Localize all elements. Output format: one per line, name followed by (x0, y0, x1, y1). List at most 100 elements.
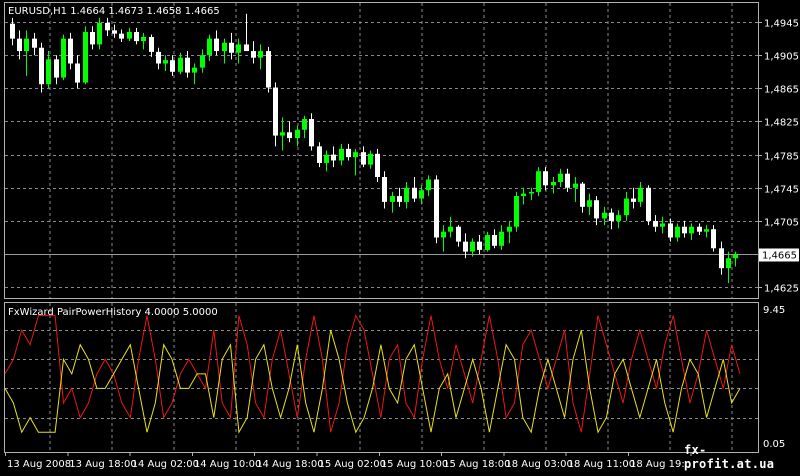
candle (119, 29, 124, 42)
price-tick-label: 1,4905 (764, 52, 799, 63)
candle-body (602, 212, 607, 219)
candle (594, 196, 599, 226)
candle-body (668, 223, 673, 238)
time-tick-label: 14 Aug 02:00 (132, 459, 199, 470)
candle-body (207, 38, 212, 56)
price-tick-label: 1,4825 (764, 118, 799, 129)
candle (470, 238, 475, 257)
time-tick-label: 15 Aug 10:00 (381, 459, 448, 470)
candle-body (32, 38, 37, 48)
candle (287, 121, 292, 143)
candle (127, 27, 132, 42)
candle (331, 146, 336, 168)
metatrader-chart-window[interactable]: 1,4945 1,4905 1,4865 1,4825 1,4785 1,4745 1,47… (0, 0, 800, 472)
candle (273, 82, 278, 147)
time-tick-label: 18 Aug 03:00 (505, 459, 572, 470)
candle-body (558, 173, 563, 182)
candle (361, 146, 366, 168)
candle (39, 42, 44, 93)
candle (477, 235, 482, 255)
candle (456, 225, 461, 247)
candle (653, 215, 658, 232)
candle-body (733, 254, 738, 259)
candle (646, 185, 651, 226)
candle (251, 41, 256, 64)
candle (112, 24, 117, 38)
candle-body (178, 57, 183, 72)
candle (105, 17, 110, 37)
candle-body (105, 22, 110, 31)
candle (587, 193, 592, 216)
candle-body (368, 153, 373, 165)
candle (156, 47, 161, 70)
candles-layer (10, 13, 738, 284)
candle (441, 225, 446, 252)
candle (192, 63, 197, 85)
candle (675, 223, 680, 242)
candle-body (251, 51, 256, 58)
candle-body (646, 187, 651, 221)
candle-body (54, 59, 59, 78)
candle-body (244, 44, 249, 52)
time-tick-label: 13 Aug 2008 (7, 459, 71, 470)
candle-body (317, 146, 322, 163)
candle (375, 148, 380, 182)
symbol-header: EURUSD,H1 1.4664 1.4673 1.4658 1.4665 (8, 6, 220, 17)
price-tick-label: 1,4745 (764, 185, 799, 196)
candle-body (375, 153, 380, 178)
candle-body (346, 148, 351, 158)
candle-body (631, 198, 636, 202)
indicator-line-red (4, 314, 741, 433)
candle-body (719, 248, 724, 269)
time-axis[interactable]: 13 Aug 200813 Aug 18:0014 Aug 02:0014 Au… (5, 452, 706, 470)
candle-body (682, 226, 687, 234)
candle (90, 26, 95, 50)
candle (551, 177, 556, 194)
candle-body (309, 119, 314, 147)
watermark: fx-profit.at.ua (684, 443, 775, 471)
candle (521, 187, 526, 205)
candle (624, 191, 629, 221)
candle-body (61, 38, 66, 78)
candle (719, 241, 724, 275)
candle (499, 225, 504, 250)
candle-body (75, 63, 80, 83)
candle-body (339, 148, 344, 161)
candle-body (711, 229, 716, 249)
candle (485, 231, 490, 252)
candle-body (185, 57, 190, 73)
candle (214, 30, 219, 56)
candle (631, 187, 636, 209)
candle-body (419, 190, 424, 199)
candle (141, 32, 146, 50)
candle-body (551, 181, 556, 186)
candle-body (704, 229, 709, 232)
candle-body (456, 226, 461, 242)
candle-body (514, 196, 519, 227)
candle (46, 51, 51, 89)
candle (368, 150, 373, 169)
candle-body (660, 223, 665, 227)
candle-body (529, 191, 534, 194)
candle (682, 220, 687, 238)
candle (309, 113, 314, 151)
chart-canvas[interactable]: 1,4945 1,4905 1,4865 1,4825 1,4785 1,4745 1,47… (0, 0, 800, 472)
candle (207, 34, 212, 62)
candle (134, 27, 139, 45)
candle-body (119, 33, 124, 39)
candle (17, 30, 22, 60)
candle (244, 13, 249, 52)
candle (492, 229, 497, 249)
candle-body (149, 36, 154, 52)
candle (689, 223, 694, 240)
current-price-label: 1,4665 (762, 251, 797, 262)
candle (68, 32, 73, 70)
candle-body (689, 226, 694, 234)
candle-body (361, 152, 366, 165)
candle (660, 216, 665, 234)
candle-body (214, 38, 219, 52)
candle (412, 177, 417, 202)
candle-body (302, 119, 307, 130)
candle-body (68, 38, 73, 64)
candle-body (156, 51, 161, 64)
